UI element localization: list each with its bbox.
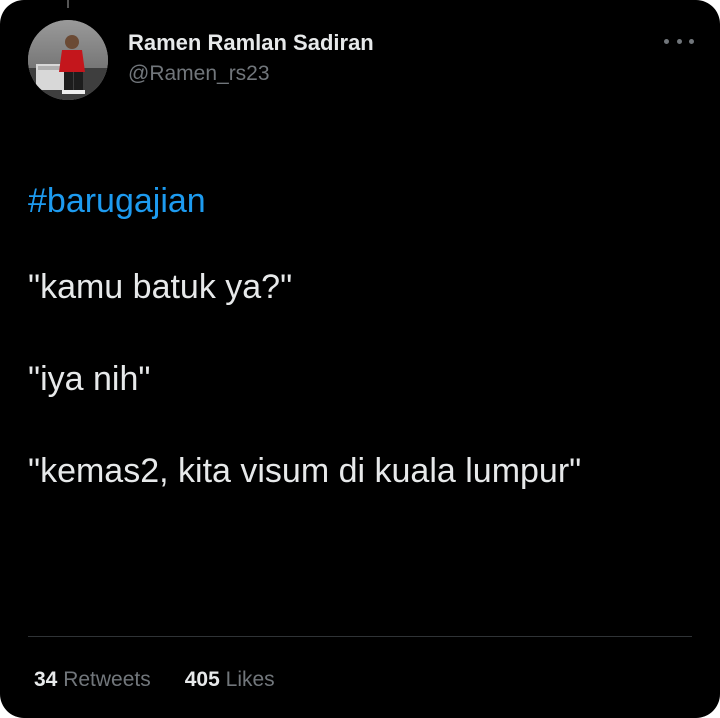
- tweet-line: "iya nih": [28, 360, 151, 398]
- retweets-label: Retweets: [63, 668, 151, 691]
- retweets-count: 34: [34, 668, 58, 691]
- likes-stat[interactable]: 405 Likes: [185, 668, 275, 692]
- divider: [28, 636, 692, 637]
- retweets-stat[interactable]: 34 Retweets: [34, 668, 151, 692]
- tweet-line: "kemas2, kita visum di kuala lumpur": [28, 452, 582, 490]
- tweet-stats: 34 Retweets 405 Likes: [34, 668, 275, 692]
- avatar[interactable]: [28, 20, 108, 100]
- avatar-photo: [28, 20, 108, 100]
- hashtag-link[interactable]: #barugajian: [28, 178, 688, 224]
- tweet-line: "kamu batuk ya?": [28, 268, 293, 306]
- author-handle[interactable]: @Ramen_rs23: [128, 62, 270, 86]
- decorative-tick: [67, 0, 69, 8]
- likes-label: Likes: [225, 668, 275, 691]
- more-horizontal-icon: [664, 38, 669, 44]
- likes-count: 405: [184, 668, 220, 691]
- tweet-text: #barugajian "kamu batuk ya?" "iya nih" "…: [28, 178, 688, 540]
- more-horizontal-icon-dot: [689, 38, 694, 44]
- tweet-card: Ramen Ramlan Sadiran @Ramen_rs23 #baruga…: [0, 0, 720, 718]
- author-display-name[interactable]: Ramen Ramlan Sadiran: [128, 30, 374, 56]
- more-horizontal-icon-dot: [676, 38, 682, 44]
- more-options-button[interactable]: [664, 32, 694, 50]
